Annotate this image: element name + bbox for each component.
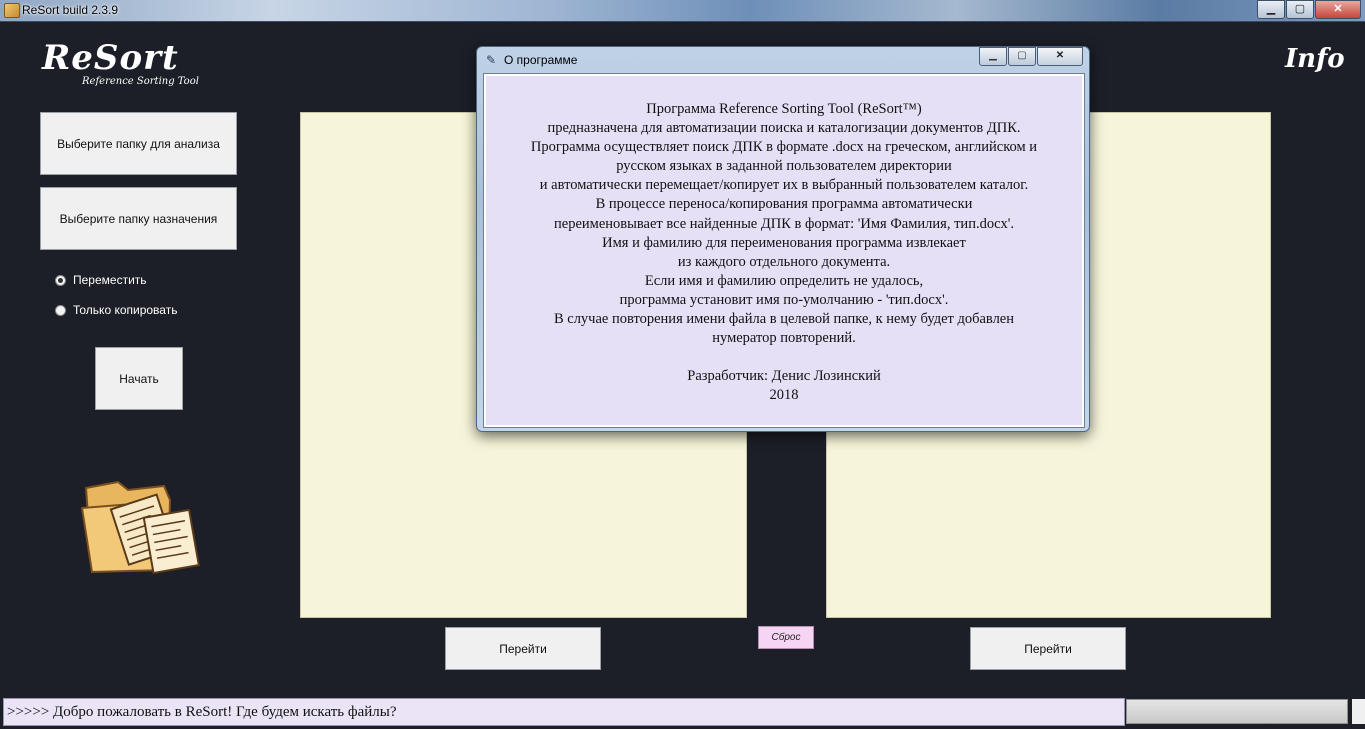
dialog-minimize-button[interactable]: ▁ bbox=[979, 47, 1007, 66]
window-title: ReSort build 2.3.9 bbox=[22, 3, 119, 17]
app-logo-title: ReSort bbox=[42, 38, 179, 78]
goto-destination-button[interactable]: Перейти bbox=[970, 627, 1126, 670]
reset-button[interactable]: Сброс bbox=[758, 626, 814, 649]
close-button[interactable]: ✕ bbox=[1315, 0, 1361, 19]
info-button[interactable]: Info bbox=[1285, 44, 1345, 74]
dialog-description: Программа Reference Sorting Tool (ReSort… bbox=[530, 101, 1038, 347]
radio-copy-option[interactable]: Только копировать bbox=[55, 303, 177, 317]
window-titlebar: ReSort build 2.3.9 ▁ ▢ ✕ bbox=[0, 0, 1365, 22]
dialog-credits: Разработчик: Денис Лозинский 2018 bbox=[486, 367, 1082, 405]
start-button[interactable]: Начать bbox=[95, 347, 183, 410]
radio-copy-label: Только копировать bbox=[73, 303, 178, 317]
release-year: 2018 bbox=[769, 387, 799, 403]
minimize-button[interactable]: ▁ bbox=[1257, 0, 1285, 19]
radio-copy-indicator[interactable] bbox=[55, 304, 66, 316]
dialog-controls: ▁ ▢ ✕ bbox=[978, 47, 1083, 66]
status-edge bbox=[1352, 699, 1365, 724]
developer-name: Разработчик: Денис Лозинский bbox=[687, 368, 881, 384]
window-controls: ▁ ▢ ✕ bbox=[1256, 0, 1361, 19]
about-dialog: ✎ О программе ▁ ▢ ✕ Программа Reference … bbox=[476, 46, 1090, 432]
maximize-button[interactable]: ▢ bbox=[1286, 0, 1314, 19]
dialog-body: Программа Reference Sorting Tool (ReSort… bbox=[483, 73, 1085, 428]
goto-source-button[interactable]: Перейти bbox=[445, 627, 601, 670]
dialog-title: О программе bbox=[504, 53, 578, 67]
select-destination-folder-button[interactable]: Выберите папку назначения bbox=[40, 187, 237, 250]
progress-bar bbox=[1126, 699, 1348, 724]
status-message: >>>>> Добро пожаловать в ReSort! Где буд… bbox=[3, 698, 1125, 726]
select-source-folder-button[interactable]: Выберите папку для анализа bbox=[40, 112, 237, 175]
folder-documents-icon bbox=[80, 480, 200, 575]
app-logo-subtitle: Reference Sorting Tool bbox=[82, 76, 199, 87]
radio-move-option[interactable]: Переместить bbox=[55, 273, 147, 287]
radio-move-label: Переместить bbox=[73, 273, 147, 287]
radio-move-indicator[interactable] bbox=[55, 274, 66, 286]
dialog-close-button[interactable]: ✕ bbox=[1037, 47, 1083, 66]
feather-icon: ✎ bbox=[486, 53, 497, 67]
app-icon bbox=[4, 3, 20, 18]
dialog-maximize-button[interactable]: ▢ bbox=[1008, 47, 1036, 66]
